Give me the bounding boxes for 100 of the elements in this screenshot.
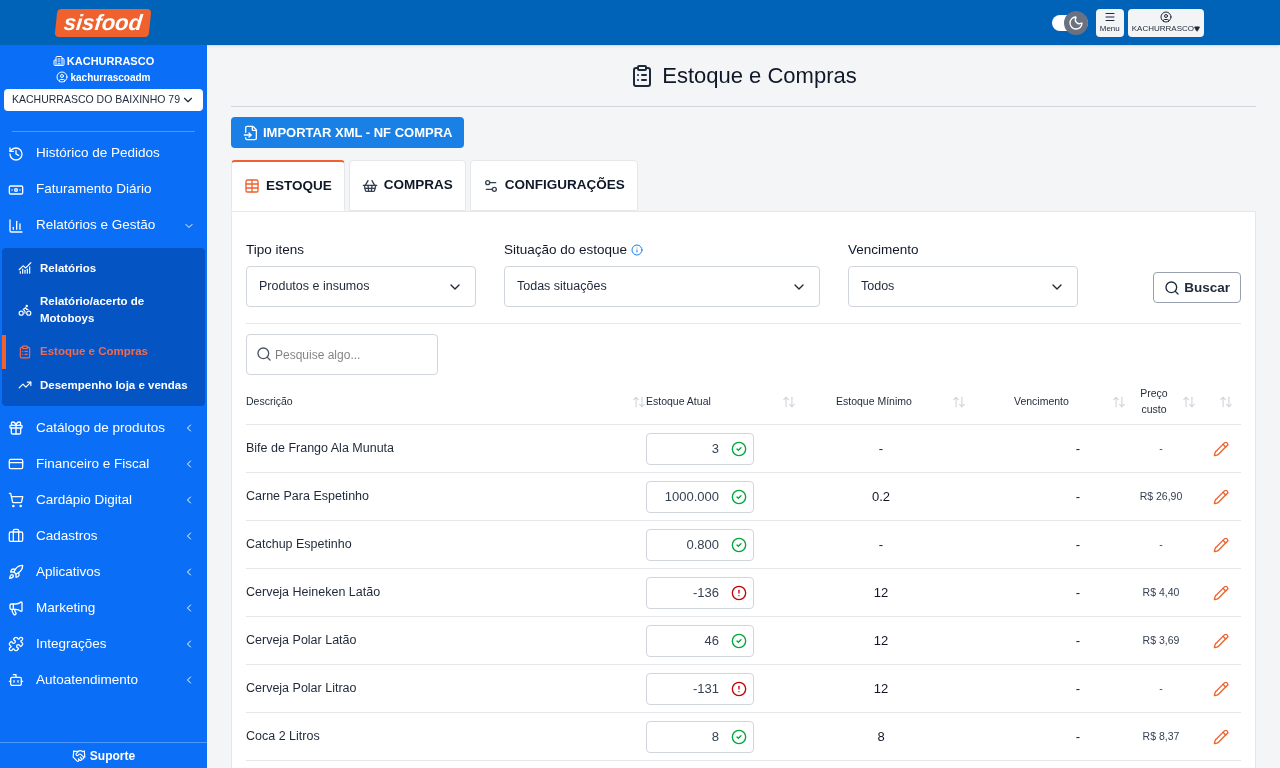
table-cell-text: - [878,440,884,458]
stock-input[interactable]: -136 [646,576,754,609]
edit-icon[interactable] [1213,728,1229,745]
table-cell-text: R$ 26,90 [1139,488,1183,504]
submenu-item[interactable]: Desempenho loja e vendas [2,368,205,402]
tab[interactable]: ESTOQUE [231,160,345,211]
table-cell-text: Bife de Frango Ala Munuta [246,440,394,458]
stock-input[interactable]: -131 [646,672,754,705]
clipboard-list-icon [18,344,32,359]
sidebar-item[interactable]: Marketing [0,589,207,626]
column-header: Descrição [246,393,293,409]
sidebar-item[interactable]: Relatórios e Gestão [0,207,207,244]
cart-icon [8,491,24,508]
table-cell-text: - [1075,488,1081,506]
filter-select[interactable]: Todas situações [504,266,820,308]
sidebar-item[interactable]: Integrações [0,625,207,662]
edit-icon[interactable] [1213,632,1229,649]
table-icon [244,178,260,194]
table-cell-text: Cerveja Heineken Latão [246,584,381,602]
sidebar-item[interactable]: Autoatendimento [0,661,207,698]
info-icon[interactable] [631,244,644,257]
bicycle-icon [18,303,32,317]
user-icon [1159,10,1172,23]
sidebar-item[interactable]: Aplicativos [0,553,207,590]
edit-icon[interactable] [1213,584,1229,601]
table-cell-text: - [1075,680,1081,698]
column-header: Estoque Mínimo [836,393,912,409]
puzzle-icon [8,635,24,652]
edit-icon[interactable] [1213,488,1229,505]
filter-label: Situação do estoque [504,241,628,259]
table-cell-text: 8 [877,728,885,746]
menu-button[interactable]: Menu [1095,8,1124,37]
stock-input[interactable]: 46 [646,624,754,657]
filter-select[interactable]: Produtos e insumos [246,266,476,308]
table-cell-text: 12 [873,632,889,650]
tab[interactable]: COMPRAS [348,160,466,211]
table-cell-text: R$ 4,40 [1142,584,1180,600]
table-cell-text: - [1159,536,1163,552]
store-name: KACHURRASCO [66,54,155,69]
sidebar-item[interactable]: Histórico de Pedidos [0,135,207,172]
table-cell-text: 12 [873,584,889,602]
search-field[interactable]: Pesquise algo... [246,334,438,376]
column-header: Estoque Atual [646,393,711,409]
basket-icon [361,177,378,194]
table-cell-text: - [1075,536,1081,554]
stock-input[interactable]: 3 [646,432,754,465]
table-cell-text: 0.2 [871,488,891,506]
column-header: Vencimento [1014,393,1069,409]
table-cell-text: - [1075,584,1081,602]
page-title: Estoque e Compras [662,62,857,90]
table-cell-text: 12 [873,680,889,698]
filter-label: Tipo itens [246,241,305,259]
building-icon [52,55,65,68]
stock-input[interactable]: 1000.000 [646,480,754,513]
bar-chart-icon [8,217,24,234]
sidebar-item[interactable]: Catálogo de produtos [0,409,207,446]
table-cell-text: - [1075,728,1081,746]
sidebar-item[interactable]: Cardápio Digital [0,481,207,518]
tab[interactable]: CONFIGURAÇÕES [469,160,638,211]
edit-icon[interactable] [1213,536,1229,553]
stock-input[interactable]: 8 [646,720,754,753]
table-cell-text: Cerveja Polar Latão [246,632,357,650]
chart-icon [18,261,32,276]
megaphone-icon [8,599,24,616]
gift-icon [8,419,24,436]
sidebar-item[interactable]: Cadastros [0,517,207,554]
table-cell-text: Cerveja Polar Litrao [246,680,357,698]
submenu-item[interactable]: Relatórios [2,251,205,285]
table-cell-text: - [1159,440,1163,456]
import-icon [243,124,259,141]
settings-icon [482,177,499,194]
stock-input[interactable]: 0.800 [646,528,754,561]
table-cell-text: Catchup Espetinho [246,536,352,554]
filter-select[interactable]: Todos [848,266,1078,308]
robot-icon [8,671,24,688]
user-icon [56,71,69,83]
submenu-item[interactable]: Relatório/acerto de Motoboys [2,284,205,336]
caret-icon [1194,25,1200,32]
rocket-icon [8,563,24,580]
moon-icon [1067,14,1084,31]
table-cell-text: R$ 8,37 [1142,728,1180,744]
table-cell-text: - [878,536,884,554]
sidebar-item[interactable]: Financeiro e Fiscal [0,445,207,482]
edit-icon[interactable] [1213,680,1229,697]
user-name: kachurrascoadm [70,70,151,85]
store-select[interactable]: KACHURRASCO DO BAIXINHO 79 [4,88,203,111]
table-cell-text: - [1075,632,1081,650]
edit-icon[interactable] [1213,440,1229,457]
table-cell-text: - [1159,680,1163,696]
menu-icon [1103,10,1116,23]
table-cell-text: R$ 3,69 [1142,632,1180,648]
sidebar-item[interactable]: Faturamento Diário [0,171,207,208]
table-cell-text: Carne Para Espetinho [246,488,369,506]
table-cell-text: - [1075,440,1081,458]
search-icon [1164,279,1181,296]
briefcase-icon [8,527,24,544]
search-button[interactable]: Buscar [1153,272,1241,304]
history-icon [8,145,24,162]
user-menu-button[interactable]: KACHURRASCO [1127,8,1204,37]
import-xml-button[interactable]: IMPORTAR XML - NF COMPRA [231,117,465,148]
